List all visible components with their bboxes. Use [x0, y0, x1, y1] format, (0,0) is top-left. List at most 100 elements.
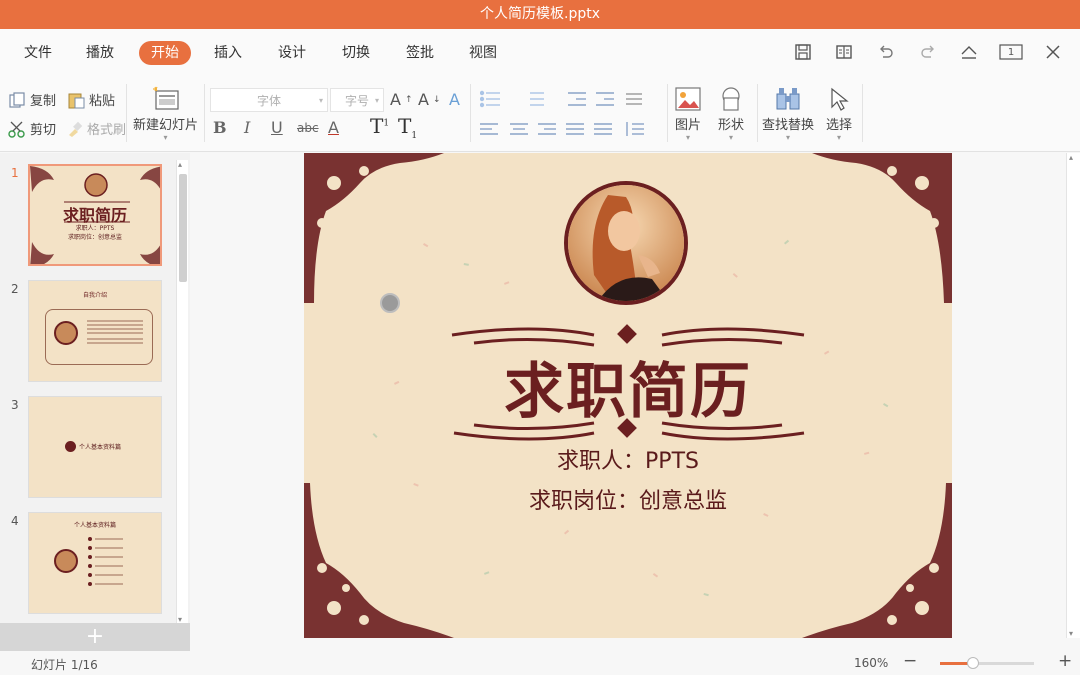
find-replace-label: 查找替换 [762, 118, 815, 133]
font-size-value: 字号 [344, 93, 369, 108]
scroll-down-icon[interactable]: ▾ [1069, 629, 1073, 638]
chevron-down-icon: ▾ [786, 133, 791, 142]
close-icon[interactable] [1041, 40, 1065, 64]
zoom-out-button[interactable]: − [903, 651, 917, 671]
distribute-icon [594, 123, 612, 135]
menu-transition[interactable]: 切换 [330, 41, 382, 65]
collapse-ribbon-icon[interactable] [957, 40, 981, 64]
menu-home[interactable]: 开始 [139, 41, 191, 65]
applicant-position: 求职岗位：创意总监 [528, 489, 727, 514]
thumbnail-scrollbar[interactable]: ▴ ▾ [176, 160, 188, 624]
scroll-up-icon[interactable]: ▴ [178, 160, 182, 169]
portrait-image [568, 185, 684, 301]
decrease-indent-icon [568, 92, 586, 106]
thumbnail-number: 3 [11, 398, 19, 412]
new-slide-button[interactable]: 新建幻灯片 ▾ [133, 84, 198, 142]
insert-shape-button[interactable]: 形状 ▾ [717, 84, 745, 142]
applicant-name: 求职人：PPTS [557, 449, 699, 474]
picture-icon [675, 87, 701, 111]
chevron-down-icon: ▾ [728, 133, 733, 142]
menu-play[interactable]: 播放 [74, 41, 126, 65]
thumbnail-number: 4 [11, 514, 19, 528]
undo-icon[interactable] [874, 40, 898, 64]
font-size-select[interactable]: 字号 ▾ [330, 88, 384, 112]
clear-format-icon[interactable]: A [449, 90, 460, 109]
thumbnail-title: 自我介绍 [82, 292, 107, 299]
menu-insert[interactable]: 插入 [202, 41, 254, 65]
align-left-icon [480, 123, 498, 135]
thumbnail-bullet [65, 441, 76, 452]
thumbnail-number: 2 [11, 282, 19, 296]
scissors-icon [8, 121, 25, 138]
menu-design[interactable]: 设计 [266, 41, 318, 65]
pen-cursor-icon [380, 293, 400, 313]
menu-file[interactable]: 文件 [12, 41, 64, 65]
picture-label: 图片 [674, 118, 701, 133]
cut-button[interactable]: 剪切 [8, 119, 56, 138]
thumbnail-text-block [87, 320, 143, 344]
chevron-down-icon: ▾ [685, 133, 690, 142]
slide-scrollbar[interactable]: ▴ ▾ [1066, 153, 1080, 638]
zoom-slider-handle[interactable] [966, 657, 979, 669]
add-slide-button[interactable]: + [0, 623, 190, 651]
thumbnail-info-list [88, 537, 123, 586]
superscript-icon[interactable]: T1 [370, 114, 389, 138]
insert-picture-button[interactable]: 图片 ▾ [674, 84, 702, 142]
shape-icon [722, 87, 740, 111]
save-icon[interactable] [791, 40, 815, 64]
cursor-arrow-icon [831, 87, 849, 111]
paragraph-spacing-icon [626, 122, 644, 136]
find-replace-button[interactable]: 查找替换 ▾ [762, 84, 814, 142]
numbered-list-icon [530, 92, 544, 106]
reading-mode-icon[interactable] [832, 40, 856, 64]
slide-thumbnail-2[interactable]: 自我介绍 [28, 280, 162, 382]
menu-bar: 文件 播放 开始 插入 设计 切换 签批 视图 1 [0, 29, 1080, 76]
shape-label: 形状 [717, 118, 744, 133]
current-slide[interactable]: 求职简历 求职人：PPTS 求职岗位：创意总监 [304, 153, 952, 638]
font-color-button[interactable]: A [328, 118, 339, 137]
bullet-list-icon [480, 90, 500, 108]
scroll-up-icon[interactable]: ▴ [1069, 153, 1073, 162]
align-right-icon [538, 123, 556, 135]
menu-view[interactable]: 视图 [457, 41, 509, 65]
thumbnail-avatar [54, 321, 78, 345]
increase-font-icon[interactable]: A ↑ [390, 90, 413, 109]
thumbnail-title: 个人基本资料篇 [73, 522, 116, 529]
format-painter-button[interactable]: 格式刷 [67, 119, 126, 138]
new-slide-label: 新建幻灯片 [133, 118, 199, 133]
bold-button[interactable]: B [213, 118, 227, 137]
window-switch-icon[interactable]: 1 [999, 40, 1023, 64]
copy-label: 复制 [30, 94, 57, 109]
menu-annotate[interactable]: 签批 [394, 41, 446, 65]
strikethrough-button[interactable]: abc [297, 121, 319, 135]
paste-label: 粘贴 [89, 94, 116, 109]
subscript-icon[interactable]: T1 [398, 114, 417, 141]
italic-button[interactable]: I [244, 118, 250, 137]
decrease-font-icon[interactable]: A ↓ [418, 90, 441, 109]
justify-icon [566, 123, 584, 135]
thumbnail-number: 1 [11, 166, 19, 180]
select-button[interactable]: 选择 ▾ [826, 84, 852, 142]
slide-thumbnail-1[interactable]: 求职简历 求职人：PPTS 求职岗位：创意总监 [28, 164, 162, 266]
paste-button[interactable]: 粘贴 [67, 90, 115, 109]
chevron-down-icon: ▾ [374, 95, 379, 105]
redo-icon[interactable] [916, 40, 940, 64]
slide-title: 求职简历 [504, 357, 752, 427]
zoom-in-button[interactable]: + [1058, 651, 1072, 671]
chevron-down-icon: ▾ [837, 133, 842, 142]
copy-button[interactable]: 复制 [8, 90, 56, 109]
window-title: 个人简历模板.pptx [0, 0, 1080, 29]
format-painter-label: 格式刷 [87, 123, 127, 138]
new-slide-icon [152, 86, 179, 110]
font-family-select[interactable]: 字体 ▾ [210, 88, 328, 112]
zoom-level: 160% [854, 656, 889, 670]
slide-thumbnail-3[interactable]: 个人基本资料篇 [28, 396, 162, 498]
applicant-photo [564, 181, 688, 305]
underline-button[interactable]: U [271, 118, 283, 137]
slide-thumbnail-4[interactable]: 个人基本资料篇 [28, 512, 162, 614]
brush-icon [69, 121, 83, 137]
window-count-badge: 1 [1007, 46, 1015, 58]
select-label: 选择 [826, 118, 853, 133]
thumbnail-title: 个人基本资料篇 [79, 444, 122, 451]
scrollbar-thumb[interactable] [179, 174, 187, 282]
